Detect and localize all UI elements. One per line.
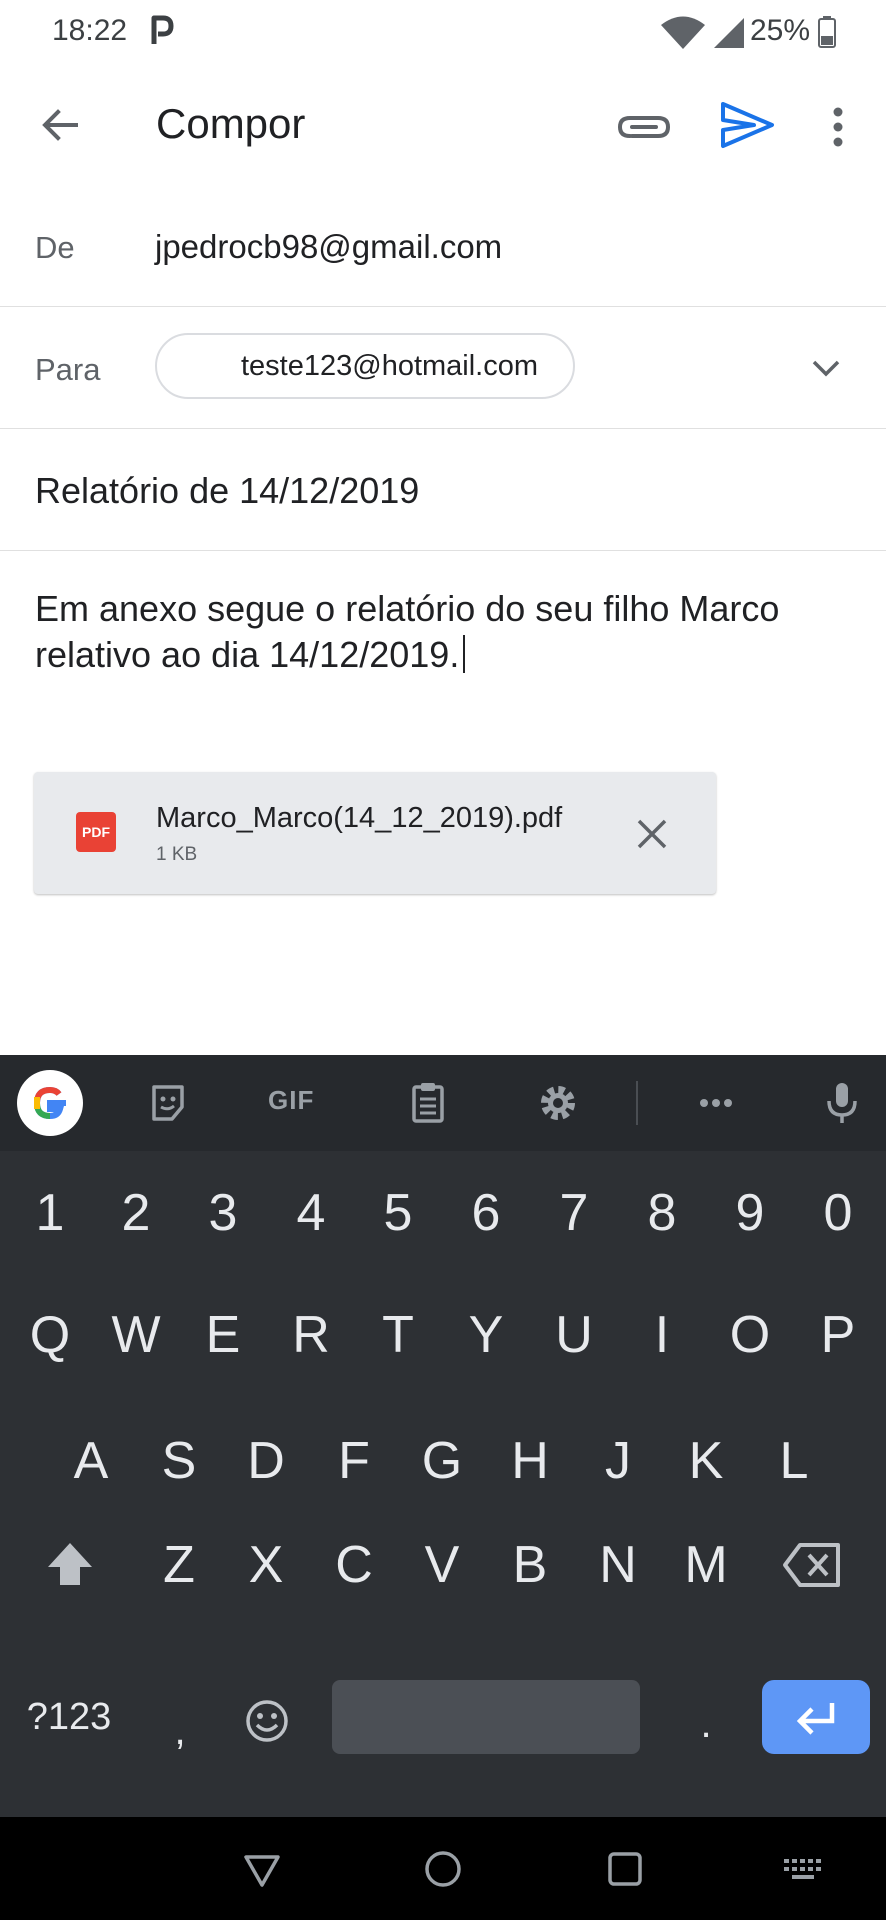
key-o[interactable]: O: [708, 1287, 792, 1383]
key-u[interactable]: U: [532, 1287, 616, 1383]
key-v[interactable]: V: [400, 1517, 484, 1613]
attach-paperclip-icon[interactable]: [616, 102, 672, 152]
key-1[interactable]: 1: [8, 1165, 92, 1261]
key-2[interactable]: 2: [94, 1165, 178, 1261]
divider: [0, 428, 886, 429]
google-logo-icon[interactable]: [17, 1070, 83, 1136]
divider: [0, 306, 886, 307]
battery-percent: 25%: [750, 14, 811, 47]
chevron-down-icon[interactable]: [808, 350, 844, 386]
spacebar[interactable]: [332, 1680, 640, 1754]
key-s[interactable]: S: [137, 1413, 221, 1509]
key-6[interactable]: 6: [444, 1165, 528, 1261]
key-z[interactable]: Z: [137, 1517, 221, 1613]
key-d[interactable]: D: [224, 1413, 308, 1509]
key-4[interactable]: 4: [269, 1165, 353, 1261]
key-5[interactable]: 5: [356, 1165, 440, 1261]
key-j[interactable]: J: [576, 1413, 660, 1509]
back-arrow-icon[interactable]: [36, 100, 86, 150]
microphone-icon[interactable]: [818, 1079, 866, 1127]
recipient-chip-label: teste123@hotmail.com: [241, 350, 539, 382]
wifi-icon: [661, 16, 705, 49]
key-7[interactable]: 7: [532, 1165, 616, 1261]
key-g[interactable]: G: [400, 1413, 484, 1509]
backspace-icon[interactable]: [782, 1539, 842, 1591]
keyboard: GIF 1 2 3 4 5 6 7 8 9 0 Q W E R T Y U I …: [0, 1055, 886, 1817]
subject-field[interactable]: Relatório de 14/12/2019: [35, 470, 419, 512]
key-f[interactable]: F: [312, 1413, 396, 1509]
key-3[interactable]: 3: [181, 1165, 265, 1261]
system-nav-bar: [0, 1817, 886, 1920]
body-text: Em anexo segue o relatório do seu filho …: [35, 588, 780, 675]
key-l[interactable]: L: [752, 1413, 836, 1509]
status-time: 18:22: [52, 14, 128, 47]
comma-key[interactable]: ,: [138, 1669, 222, 1765]
key-h[interactable]: H: [488, 1413, 572, 1509]
key-i[interactable]: I: [620, 1287, 704, 1383]
emoji-smiley-icon[interactable]: [244, 1698, 290, 1744]
from-value[interactable]: jpedrocb98@gmail.com: [155, 228, 502, 266]
app-bar: Compor: [0, 68, 886, 184]
shift-arrow-icon[interactable]: [44, 1539, 96, 1591]
cellular-signal-icon: [714, 18, 744, 48]
attachment-size: 1 KB: [156, 844, 198, 865]
divider: [0, 550, 886, 551]
text-cursor: [463, 635, 466, 673]
recipient-chip[interactable]: teste123@hotmail.com: [155, 333, 575, 399]
key-a[interactable]: A: [49, 1413, 133, 1509]
key-8[interactable]: 8: [620, 1165, 704, 1261]
key-p[interactable]: P: [796, 1287, 880, 1383]
toolbar-separator: [636, 1081, 638, 1125]
parking-app-icon: [151, 15, 174, 44]
key-n[interactable]: N: [576, 1517, 660, 1613]
send-icon[interactable]: [718, 98, 776, 152]
attachment-filename: Marco_Marco(14_12_2019).pdf: [156, 802, 563, 834]
nav-home-circle-icon[interactable]: [421, 1847, 465, 1891]
pdf-file-icon: PDF: [76, 812, 116, 852]
attachment-card[interactable]: PDF Marco_Marco(14_12_2019).pdf 1 KB: [34, 772, 716, 894]
period-key[interactable]: .: [664, 1669, 748, 1765]
key-b[interactable]: B: [488, 1517, 572, 1613]
nav-recents-square-icon[interactable]: [603, 1847, 647, 1891]
key-0[interactable]: 0: [796, 1165, 880, 1261]
settings-gear-icon[interactable]: [534, 1079, 582, 1127]
key-y[interactable]: Y: [444, 1287, 528, 1383]
body-field[interactable]: Em anexo segue o relatório do seu filho …: [35, 586, 855, 678]
more-options-icon[interactable]: [818, 102, 858, 152]
key-q[interactable]: Q: [8, 1287, 92, 1383]
page-title: Compor: [156, 100, 306, 147]
sticker-icon[interactable]: [144, 1079, 192, 1127]
to-label: Para: [35, 352, 101, 387]
from-label: De: [35, 230, 75, 265]
remove-attachment-close-icon[interactable]: [634, 816, 670, 852]
enter-key[interactable]: [762, 1680, 870, 1754]
enter-arrow-icon: [796, 1703, 835, 1735]
key-x[interactable]: X: [224, 1517, 308, 1613]
key-w[interactable]: W: [94, 1287, 178, 1383]
battery-icon: [818, 16, 836, 48]
status-bar: 18:22 25%: [0, 0, 886, 68]
key-t[interactable]: T: [356, 1287, 440, 1383]
keyboard-toolbar: GIF: [0, 1055, 886, 1151]
key-k[interactable]: K: [664, 1413, 748, 1509]
more-dots-icon[interactable]: [692, 1079, 740, 1127]
key-r[interactable]: R: [269, 1287, 353, 1383]
nav-back-triangle-icon[interactable]: [240, 1847, 284, 1891]
gif-button[interactable]: GIF: [268, 1085, 314, 1116]
key-e[interactable]: E: [181, 1287, 265, 1383]
symbols-key[interactable]: ?123: [14, 1669, 124, 1765]
key-9[interactable]: 9: [708, 1165, 792, 1261]
keyboard-switcher-icon[interactable]: [780, 1847, 826, 1891]
key-m[interactable]: M: [664, 1517, 748, 1613]
clipboard-icon[interactable]: [404, 1079, 452, 1127]
key-c[interactable]: C: [312, 1517, 396, 1613]
